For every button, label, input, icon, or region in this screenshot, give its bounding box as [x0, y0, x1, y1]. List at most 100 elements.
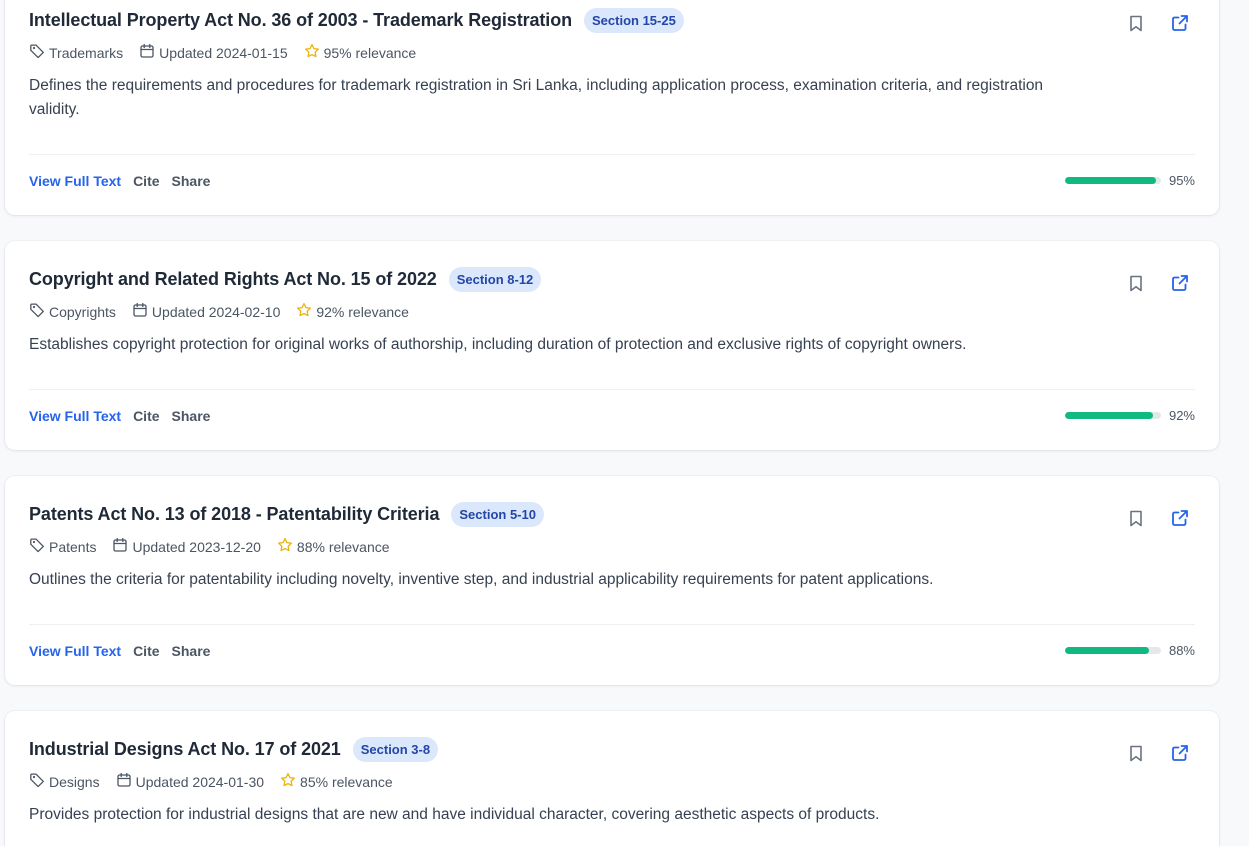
- result-title-row: Intellectual Property Act No. 36 of 2003…: [29, 8, 684, 33]
- tag-icon: [29, 537, 49, 556]
- calendar-icon: [132, 302, 152, 321]
- relevance-percent: 92%: [1168, 408, 1195, 423]
- card-divider: [29, 624, 1195, 625]
- calendar-icon: [139, 43, 159, 62]
- category-label: Copyrights: [49, 303, 116, 320]
- view-full-text-link[interactable]: View Full Text: [29, 643, 121, 659]
- section-badge: Section 15-25: [584, 8, 684, 33]
- share-button[interactable]: Share: [172, 643, 211, 659]
- updated-date: Updated 2024-01-30: [116, 772, 264, 791]
- tag-icon: [29, 302, 49, 321]
- star-icon: [280, 772, 300, 791]
- card-footer-actions: View Full Text Cite Share: [29, 173, 210, 189]
- bookmark-icon[interactable]: [1127, 13, 1145, 33]
- star-icon: [304, 43, 324, 62]
- relevance-meta: 88% relevance: [277, 537, 390, 556]
- category-tag: Copyrights: [29, 302, 116, 321]
- result-title-row: Industrial Designs Act No. 17 of 2021 Se…: [29, 737, 439, 762]
- share-button[interactable]: Share: [172, 173, 211, 189]
- result-title[interactable]: Industrial Designs Act No. 17 of 2021: [29, 739, 341, 760]
- category-label: Patents: [49, 538, 97, 555]
- card-footer-actions: View Full Text Cite Share: [29, 643, 210, 659]
- relevance-label: 92% relevance: [316, 303, 409, 320]
- relevance-bar-fill: [1064, 647, 1150, 654]
- result-title-row: Patents Act No. 13 of 2018 - Patentabili…: [29, 502, 544, 527]
- result-actions: [1127, 273, 1189, 293]
- relevance-bar-fill: [1064, 412, 1154, 419]
- relevance-meta: 95% relevance: [304, 43, 417, 62]
- relevance-meta: 92% relevance: [296, 302, 409, 321]
- updated-date: Updated 2023-12-20: [112, 537, 261, 556]
- external-link-icon[interactable]: [1171, 508, 1189, 528]
- calendar-icon: [116, 772, 136, 791]
- category-label: Trademarks: [49, 44, 124, 61]
- bookmark-icon[interactable]: [1127, 743, 1145, 763]
- external-link-icon[interactable]: [1171, 273, 1189, 293]
- result-meta: Trademarks Updated 2024-01-15 95% releva…: [29, 43, 432, 62]
- relevance-label: 88% relevance: [296, 538, 390, 555]
- relevance-meta: 85% relevance: [280, 772, 393, 791]
- relevance-indicator: 92%: [1064, 408, 1195, 423]
- tag-icon: [29, 772, 49, 791]
- result-actions: [1127, 743, 1189, 763]
- share-button[interactable]: Share: [172, 408, 211, 424]
- relevance-percent: 95%: [1168, 173, 1195, 188]
- relevance-label: 95% relevance: [323, 44, 417, 61]
- relevance-indicator: 88%: [1064, 643, 1195, 658]
- relevance-bar: [1064, 412, 1161, 419]
- updated-date: Updated 2024-02-10: [132, 302, 280, 321]
- category-label: Designs: [49, 773, 100, 790]
- result-meta: Patents Updated 2023-12-20 88% relevance: [29, 537, 406, 556]
- result-card: Industrial Designs Act No. 17 of 2021 Se…: [5, 711, 1219, 846]
- search-results-list: Intellectual Property Act No. 36 of 2003…: [0, 0, 1249, 846]
- result-meta: Designs Updated 2024-01-30 85% relevance: [29, 772, 409, 791]
- result-meta: Copyrights Updated 2024-02-10 92% releva…: [29, 302, 425, 321]
- calendar-icon: [112, 537, 132, 556]
- relevance-percent: 88%: [1168, 643, 1195, 658]
- bookmark-icon[interactable]: [1127, 508, 1145, 528]
- view-full-text-link[interactable]: View Full Text: [29, 408, 121, 424]
- result-actions: [1127, 508, 1189, 528]
- result-description: Defines the requirements and procedures …: [29, 77, 1044, 118]
- relevance-bar: [1064, 177, 1161, 184]
- cite-button[interactable]: Cite: [133, 173, 159, 189]
- updated-label: Updated 2023-12-20: [132, 538, 261, 555]
- relevance-bar: [1064, 647, 1161, 654]
- external-link-icon[interactable]: [1171, 743, 1189, 763]
- result-card: Copyright and Related Rights Act No. 15 …: [5, 241, 1219, 450]
- tag-icon: [29, 43, 49, 62]
- updated-label: Updated 2024-02-10: [151, 303, 281, 320]
- card-divider: [29, 389, 1195, 390]
- star-icon: [296, 302, 316, 321]
- section-badge: Section 3-8: [352, 737, 439, 762]
- external-link-icon[interactable]: [1171, 13, 1189, 33]
- updated-date: Updated 2024-01-15: [139, 43, 288, 62]
- star-icon: [277, 537, 297, 556]
- section-badge: Section 8-12: [448, 267, 542, 292]
- result-title-row: Copyright and Related Rights Act No. 15 …: [29, 267, 542, 292]
- result-description: Establishes copyright protection for ori…: [29, 336, 967, 353]
- result-actions: [1127, 13, 1189, 33]
- category-tag: Trademarks: [29, 43, 123, 62]
- view-full-text-link[interactable]: View Full Text: [29, 173, 121, 189]
- result-card: Patents Act No. 13 of 2018 - Patentabili…: [5, 476, 1219, 685]
- card-footer-actions: View Full Text Cite Share: [29, 408, 210, 424]
- relevance-indicator: 95%: [1064, 173, 1195, 188]
- cite-button[interactable]: Cite: [133, 643, 159, 659]
- result-title[interactable]: Intellectual Property Act No. 36 of 2003…: [29, 10, 572, 31]
- updated-label: Updated 2024-01-30: [135, 773, 265, 790]
- relevance-bar-fill: [1064, 177, 1157, 184]
- result-title[interactable]: Copyright and Related Rights Act No. 15 …: [29, 269, 437, 290]
- bookmark-icon[interactable]: [1127, 273, 1145, 293]
- card-divider: [29, 154, 1195, 155]
- updated-label: Updated 2024-01-15: [159, 44, 288, 61]
- result-title[interactable]: Patents Act No. 13 of 2018 - Patentabili…: [29, 504, 439, 525]
- result-description: Provides protection for industrial desig…: [29, 806, 880, 823]
- category-tag: Patents: [29, 537, 96, 556]
- cite-button[interactable]: Cite: [133, 408, 159, 424]
- category-tag: Designs: [29, 772, 100, 791]
- result-description: Outlines the criteria for patentability …: [29, 571, 934, 588]
- relevance-label: 85% relevance: [300, 773, 393, 790]
- section-badge: Section 5-10: [451, 502, 544, 527]
- result-card: Intellectual Property Act No. 36 of 2003…: [5, 0, 1219, 215]
